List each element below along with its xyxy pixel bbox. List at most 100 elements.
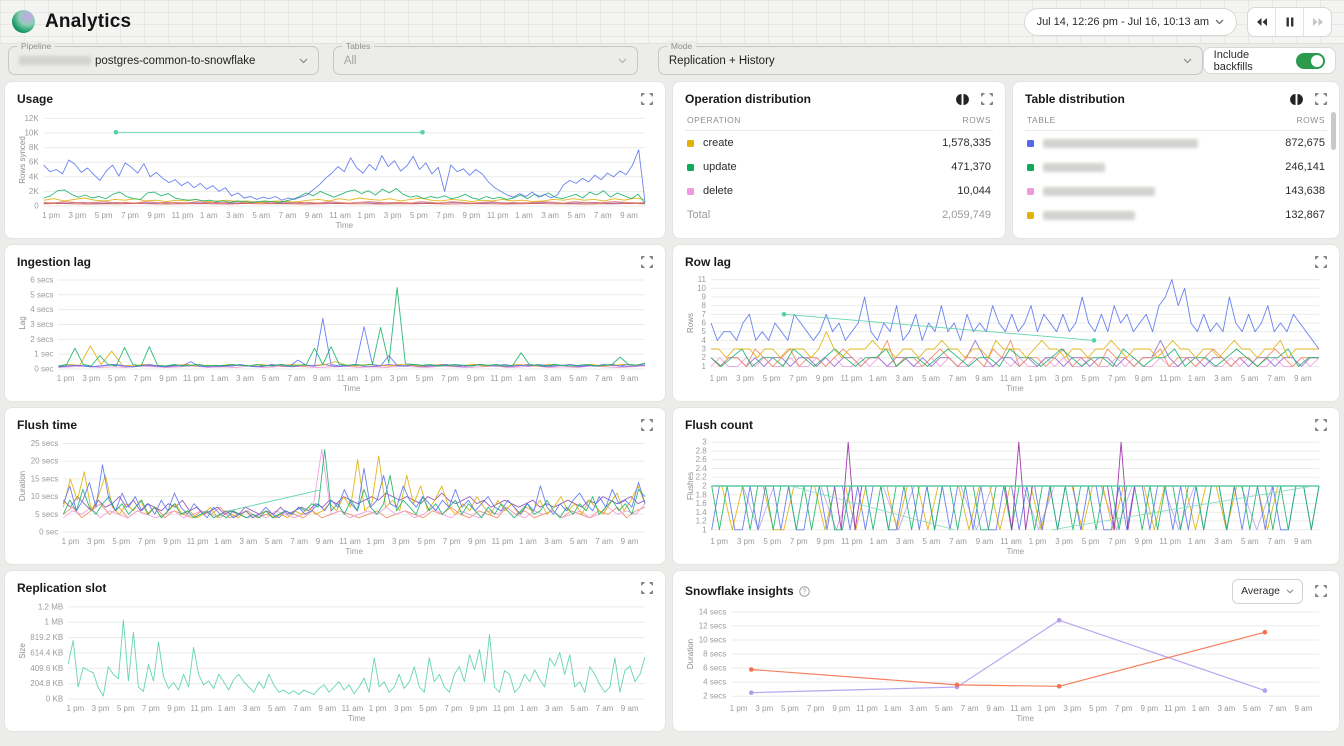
svg-text:3 pm: 3 pm — [1055, 374, 1073, 383]
expand-icon[interactable] — [1315, 585, 1327, 597]
svg-text:9 am: 9 am — [1294, 374, 1312, 383]
table-row: update471,370 — [685, 155, 993, 179]
svg-text:11 am: 11 am — [339, 537, 361, 546]
svg-text:9 am: 9 am — [620, 211, 638, 220]
svg-text:5 pm: 5 pm — [95, 211, 113, 220]
svg-text:9 pm: 9 pm — [470, 704, 488, 713]
date-range-selector[interactable]: Jul 14, 12:26 pm - Jul 16, 10:13 am — [1024, 8, 1237, 36]
svg-text:Rows: Rows — [686, 313, 695, 333]
svg-text:1 am: 1 am — [211, 374, 229, 383]
pipeline-select[interactable]: Pipeline postgres-common-to-snowflake — [8, 46, 319, 75]
svg-text:3 am: 3 am — [1217, 704, 1235, 713]
row-count: 143,638 — [1285, 185, 1325, 197]
svg-text:1 pm: 1 pm — [369, 704, 387, 713]
legend-swatch — [1027, 164, 1034, 171]
svg-text:9 am: 9 am — [621, 704, 639, 713]
include-backfills-toggle[interactable] — [1296, 53, 1325, 69]
pie-chart-icon[interactable] — [1290, 93, 1303, 106]
svg-text:2: 2 — [702, 482, 707, 491]
svg-text:7 pm: 7 pm — [443, 537, 461, 546]
svg-text:3 am: 3 am — [243, 704, 261, 713]
svg-text:1 am: 1 am — [1192, 704, 1210, 713]
top-bar-right: Jul 14, 12:26 pm - Jul 16, 10:13 am — [1024, 7, 1332, 37]
aggregation-select[interactable]: Average — [1232, 579, 1303, 604]
fast-forward-button[interactable] — [1303, 8, 1331, 36]
table-name-redacted — [1043, 139, 1198, 148]
expand-icon[interactable] — [1315, 256, 1327, 268]
table-row: 872,675 — [1025, 131, 1327, 155]
pie-chart-icon[interactable] — [956, 93, 969, 106]
svg-text:3 pm: 3 pm — [384, 211, 402, 220]
tables-select[interactable]: Tables All — [333, 46, 638, 75]
svg-text:9 am: 9 am — [1294, 704, 1312, 713]
svg-text:8: 8 — [702, 301, 707, 310]
mode-select[interactable]: Mode Replication + History — [658, 46, 1203, 75]
svg-text:7 am: 7 am — [595, 374, 613, 383]
expand-icon[interactable] — [641, 93, 653, 105]
svg-text:4: 4 — [702, 336, 707, 345]
row-lag-chart[interactable]: 12345678910111 pm3 pm5 pm7 pm9 pm11 pm1 … — [685, 271, 1327, 393]
chevron-down-icon — [1286, 589, 1294, 594]
pause-icon — [1286, 17, 1294, 27]
svg-text:3 pm: 3 pm — [737, 537, 755, 546]
svg-text:3 am: 3 am — [544, 374, 562, 383]
expand-icon[interactable] — [641, 256, 653, 268]
expand-icon[interactable] — [1315, 93, 1327, 105]
operation-name: update — [703, 161, 737, 173]
table-row-total: Total 2,059,749 — [685, 203, 993, 227]
svg-text:11 pm: 11 pm — [172, 211, 194, 220]
pause-button[interactable] — [1275, 8, 1303, 36]
svg-text:1 pm: 1 pm — [710, 537, 728, 546]
snowflake-insights-chart[interactable]: 2 secs4 secs6 secs8 secs10 secs12 secs14… — [685, 603, 1327, 723]
svg-text:7 am: 7 am — [1269, 704, 1287, 713]
svg-text:9 am: 9 am — [1294, 537, 1312, 546]
tables-table: TABLE ROWS 872,675246,141143,638132,8678… — [1025, 110, 1327, 230]
legend-swatch — [687, 164, 694, 171]
replication-slot-card: Replication slot 0 KB204.8 KB409.6 KB614… — [4, 570, 666, 732]
expand-icon[interactable] — [641, 582, 653, 594]
scrollbar-thumb[interactable] — [1331, 112, 1336, 150]
column-header: OPERATION — [687, 115, 741, 125]
svg-text:4 secs: 4 secs — [30, 305, 53, 314]
svg-text:10: 10 — [697, 284, 706, 293]
total-value: 2,059,749 — [942, 209, 991, 221]
playback-controls — [1247, 7, 1332, 37]
flush-time-chart[interactable]: 0 sec5 secs10 secs15 secs20 secs25 secs1… — [17, 434, 653, 556]
usage-card: Usage 02K4K6K8K10K12K1 pm3 pm5 pm7 pm9 p… — [4, 81, 666, 239]
svg-text:9 pm: 9 pm — [1135, 374, 1153, 383]
svg-text:7 pm: 7 pm — [790, 537, 808, 546]
svg-text:5 am: 5 am — [923, 537, 941, 546]
rewind-button[interactable] — [1248, 8, 1275, 36]
svg-text:7 am: 7 am — [293, 704, 311, 713]
svg-text:11 pm: 11 pm — [841, 537, 863, 546]
help-icon[interactable]: ? — [799, 586, 810, 597]
svg-text:5 am: 5 am — [265, 537, 283, 546]
replication-slot-chart[interactable]: 0 KB204.8 KB409.6 KB614.4 KB819.2 KB1 MB… — [17, 597, 653, 723]
svg-text:Time: Time — [1007, 547, 1025, 556]
svg-text:5 am: 5 am — [1241, 374, 1259, 383]
svg-text:5 pm: 5 pm — [763, 537, 781, 546]
svg-text:5 pm: 5 pm — [1081, 374, 1099, 383]
svg-text:5 am: 5 am — [922, 374, 940, 383]
legend-swatch — [1027, 140, 1034, 147]
svg-text:11 am: 11 am — [1000, 374, 1022, 383]
svg-text:614.4 KB: 614.4 KB — [30, 648, 63, 657]
ingestion-lag-chart[interactable]: 0 sec1 sec2 secs3 secs4 secs5 secs6 secs… — [17, 271, 653, 393]
svg-text:7 am: 7 am — [287, 374, 305, 383]
legend-swatch — [687, 140, 694, 147]
flush-count-chart[interactable]: 11.21.41.61.822.22.42.62.831 pm3 pm5 pm7… — [685, 434, 1327, 556]
expand-icon[interactable] — [1315, 419, 1327, 431]
usage-chart[interactable]: 02K4K6K8K10K12K1 pm3 pm5 pm7 pm9 pm11 pm… — [17, 108, 653, 230]
expand-icon[interactable] — [641, 419, 653, 431]
svg-text:Lag: Lag — [18, 316, 27, 329]
svg-text:2 secs: 2 secs — [703, 692, 726, 701]
svg-text:12K: 12K — [24, 114, 39, 123]
svg-text:3 am: 3 am — [896, 374, 914, 383]
expand-icon[interactable] — [981, 93, 993, 105]
svg-text:1 pm: 1 pm — [357, 211, 375, 220]
svg-text:7 am: 7 am — [594, 211, 612, 220]
svg-text:9 pm: 9 pm — [467, 374, 485, 383]
svg-text:Time: Time — [336, 221, 354, 230]
svg-text:7 am: 7 am — [290, 537, 308, 546]
pipeline-blurred-prefix — [19, 56, 91, 65]
